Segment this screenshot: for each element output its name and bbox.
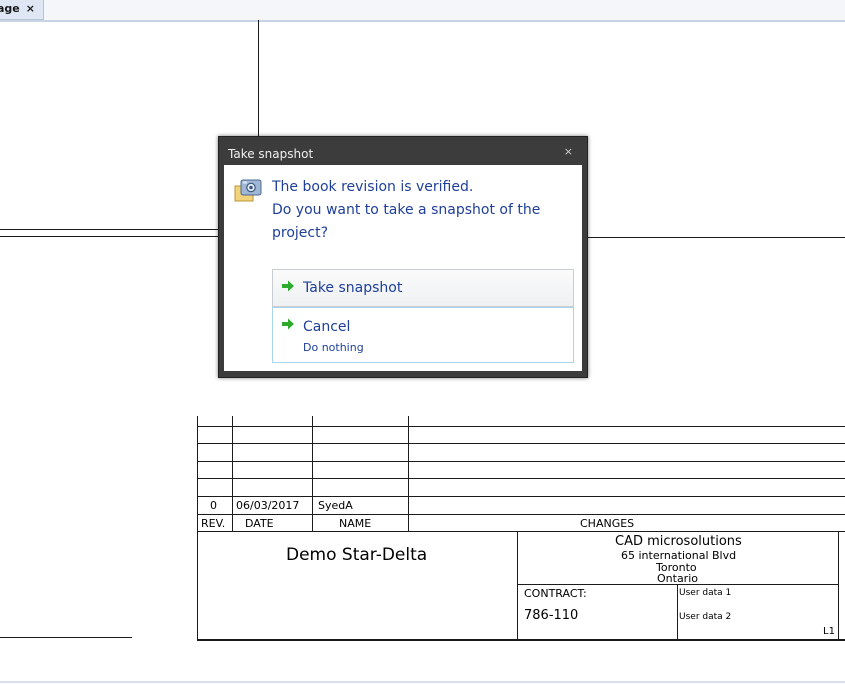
contract-value: 786-110 xyxy=(524,608,579,623)
tab-label: age xyxy=(0,2,20,15)
cancel-button[interactable]: Cancel Do nothing xyxy=(272,307,574,363)
arrow-right-icon xyxy=(282,318,294,330)
dialog-message-line-2: Do you want to take a snapshot of the xyxy=(272,202,541,218)
rev-value: 0 xyxy=(210,499,217,512)
dialog-message: The book revision is verified. Do you wa… xyxy=(272,176,572,245)
project-title: Demo Star-Delta xyxy=(286,545,428,565)
dialog-close-icon[interactable]: × xyxy=(564,145,573,158)
take-snapshot-button[interactable]: Take snapshot xyxy=(272,269,574,307)
date-value: 06/03/2017 xyxy=(236,499,300,512)
dialog-body: The book revision is verified. Do you wa… xyxy=(224,165,582,371)
title-block-line xyxy=(677,584,678,640)
snapshot-dialog: Take snapshot × The book revision is ver… xyxy=(218,136,588,378)
title-block-line xyxy=(517,531,518,640)
table-line xyxy=(197,416,198,641)
table-line xyxy=(197,496,845,497)
sheet-ref: L1 xyxy=(823,626,835,637)
drawing-line xyxy=(0,236,219,237)
dialog-message-line-3: project? xyxy=(272,225,329,241)
title-block-line xyxy=(0,637,132,638)
snapshot-camera-icon xyxy=(233,176,262,202)
contract-label: CONTRACT: xyxy=(524,587,587,600)
date-header: DATE xyxy=(245,517,274,530)
cancel-note: Do nothing xyxy=(303,341,364,354)
title-block-line xyxy=(197,639,845,641)
drawing-line xyxy=(586,237,845,238)
tab-close-icon[interactable]: × xyxy=(26,2,35,15)
cancel-label: Cancel xyxy=(303,319,351,335)
arrow-right-icon xyxy=(282,280,294,292)
tab-bar: age × xyxy=(0,0,845,22)
take-snapshot-label: Take snapshot xyxy=(303,280,403,296)
company-name: CAD microsolutions xyxy=(615,534,742,549)
rev-header: REV. xyxy=(201,517,226,530)
table-line xyxy=(197,443,845,444)
dialog-title: Take snapshot xyxy=(228,147,314,161)
name-header: NAME xyxy=(339,517,372,530)
user-data-1: User data 1 xyxy=(679,588,732,598)
tab-page[interactable]: age × xyxy=(0,0,44,20)
address-line-3: Ontario xyxy=(657,572,698,585)
table-line xyxy=(197,514,845,515)
changes-header: CHANGES xyxy=(580,517,635,530)
table-line xyxy=(197,478,845,479)
drawing-line xyxy=(0,229,219,230)
bottom-strip xyxy=(0,681,845,683)
table-line xyxy=(197,461,845,462)
table-line xyxy=(197,426,845,427)
dialog-message-line-1: The book revision is verified. xyxy=(272,179,474,195)
name-value: SyedA xyxy=(318,499,353,512)
table-line xyxy=(197,531,845,532)
title-block-line xyxy=(838,531,839,640)
user-data-2: User data 2 xyxy=(679,612,732,622)
